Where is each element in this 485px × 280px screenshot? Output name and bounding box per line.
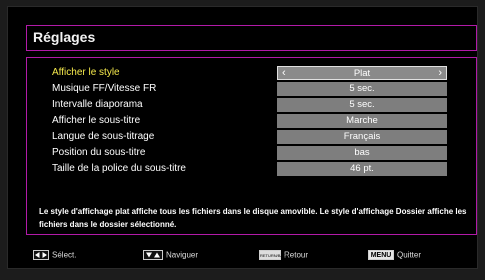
setting-label: Position du sous-titre — [52, 147, 146, 158]
menu-key-icon: MENU — [368, 250, 394, 260]
setting-row-music-ff-speed[interactable]: Musique FF/Vitesse FR 5 sec. — [27, 82, 476, 99]
subtitle-position-value[interactable]: bas — [277, 146, 447, 160]
page-title: Réglages — [33, 29, 96, 45]
back-key-icon: RETURN/BACK — [259, 250, 289, 260]
slideshow-interval-value[interactable]: 5 sec. — [277, 98, 447, 112]
settings-panel: Réglages Afficher le style ‹ Plat › Musi… — [7, 6, 478, 269]
setting-row-show-subtitle[interactable]: Afficher le sous-titre Marche — [27, 114, 476, 131]
footer-back: RETURN/BACKRetour — [259, 250, 308, 262]
setting-label: Taille de la police du sous-titre — [52, 163, 186, 174]
setting-label: Intervalle diaporama — [52, 99, 143, 110]
title-bar: Réglages — [26, 25, 477, 51]
setting-row-subtitle-position[interactable]: Position du sous-titre bas — [27, 146, 476, 163]
navigate-label: Naviguer — [166, 250, 199, 260]
music-ff-speed-value[interactable]: 5 sec. — [277, 82, 447, 96]
left-right-arrows-icon — [33, 250, 49, 260]
setting-value: Plat — [353, 68, 371, 79]
setting-label: Musique FF/Vitesse FR — [52, 83, 157, 94]
settings-list: Afficher le style ‹ Plat › Musique FF/Vi… — [26, 57, 477, 235]
select-label: Sélect. — [52, 250, 77, 260]
setting-row-subtitle-font-size[interactable]: Taille de la police du sous-titre 46 pt. — [27, 162, 476, 179]
up-down-arrows-icon — [143, 250, 163, 260]
footer-menu: MENU Quitter — [368, 250, 421, 262]
setting-row-display-style[interactable]: Afficher le style ‹ Plat › — [27, 66, 476, 83]
help-description: Le style d'affichage plat affiche tous l… — [39, 207, 467, 229]
subtitle-font-size-value[interactable]: 46 pt. — [277, 162, 447, 176]
subtitle-language-value[interactable]: Français — [277, 130, 447, 144]
setting-label: Langue de sous-titrage — [52, 131, 155, 142]
setting-row-slideshow-interval[interactable]: Intervalle diaporama 5 sec. — [27, 98, 476, 115]
setting-label: Afficher le sous-titre — [52, 115, 141, 126]
footer-select: Sélect. — [33, 250, 76, 262]
tv-screen: Réglages Afficher le style ‹ Plat › Musi… — [0, 0, 485, 280]
footer-navigate: Naviguer — [143, 250, 198, 262]
chevron-right-icon[interactable]: › — [438, 67, 442, 80]
show-subtitle-value[interactable]: Marche — [277, 114, 447, 128]
setting-row-subtitle-language[interactable]: Langue de sous-titrage Français — [27, 130, 476, 147]
setting-label: Afficher le style — [52, 67, 120, 78]
footer-key-bar: Sélect. Naviguer RETURN/BACKRetour MENU Q… — [33, 246, 473, 264]
quit-label: Quitter — [397, 250, 422, 260]
chevron-left-icon[interactable]: ‹ — [282, 67, 286, 80]
display-style-selector[interactable]: ‹ Plat › — [277, 66, 447, 80]
